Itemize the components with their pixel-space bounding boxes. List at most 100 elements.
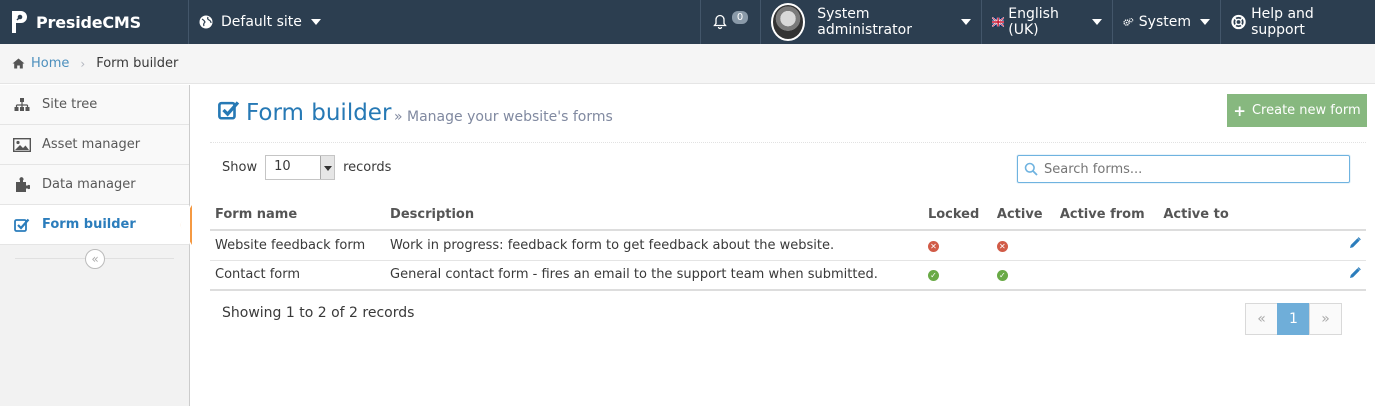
brand-logo[interactable]: PresideCMS (8, 0, 141, 44)
search-forms-field[interactable] (1017, 155, 1350, 183)
preside-logo-icon (12, 11, 27, 33)
page-length-select[interactable]: 10 (265, 155, 336, 180)
locked-cell: ✓ (922, 260, 992, 291)
active-from-cell (1054, 230, 1159, 261)
sidebar-item-label: Asset manager (42, 137, 141, 152)
sidebar: Site tree Asset manager Data manager For… (0, 85, 192, 406)
sidebar-item-data-manager[interactable]: Data manager (0, 165, 189, 205)
help-menu-label: Help and support (1251, 6, 1314, 38)
check-circle-icon: ✓ (927, 270, 939, 282)
brand-name: PresideCMS (36, 12, 141, 32)
create-new-form-label: Create new form (1251, 103, 1361, 118)
create-new-form-button[interactable]: + Create new form (1227, 94, 1367, 127)
sidebar-collapse-row: « (0, 245, 189, 273)
check-square-icon (12, 217, 32, 233)
top-navbar: PresideCMS Default site 0 System adminis… (0, 0, 1375, 44)
page-subtitle: » Manage your website's forms (394, 109, 613, 125)
breadcrumb: Home › Form builder (0, 44, 1375, 84)
image-icon (12, 137, 32, 153)
breadcrumb-home-link[interactable]: Home (31, 56, 69, 71)
help-menu[interactable]: Help and support (1220, 0, 1375, 44)
column-header-actions (1258, 200, 1366, 231)
site-selector-label: Default site (221, 14, 302, 30)
description-cell: General contact form - fires an email to… (385, 260, 923, 291)
search-icon (1024, 162, 1038, 176)
form-name-cell: Contact form (210, 260, 386, 291)
avatar (771, 3, 806, 41)
double-angle-right-icon: » (394, 109, 408, 125)
search-input[interactable] (1044, 161, 1334, 177)
page-length-control: Show 10 records (222, 155, 391, 180)
sidebar-item-form-builder[interactable]: Form builder (0, 205, 192, 245)
breadcrumb-separator-icon: › (80, 56, 86, 71)
pagination-next-button[interactable]: » (1309, 303, 1342, 335)
active-cell: ✓ (991, 260, 1055, 291)
gears-icon (1123, 17, 1134, 26)
system-menu[interactable]: System (1112, 0, 1220, 44)
table-header-row: Form name Description Locked Active Acti… (210, 200, 1366, 231)
check-circle-icon: ✓ (996, 270, 1008, 282)
system-menu-label: System (1138, 14, 1191, 30)
check-square-icon (218, 99, 240, 127)
uk-flag-icon (992, 17, 1005, 27)
page-header: Form builder » Manage your website's for… (210, 85, 1367, 143)
column-header-description[interactable]: Description (385, 200, 923, 231)
chevron-down-icon (1092, 19, 1102, 25)
column-header-locked[interactable]: Locked (922, 200, 992, 231)
actions-cell (1258, 260, 1366, 291)
puzzle-icon (12, 176, 32, 193)
show-label: Show (222, 160, 258, 175)
sidebar-item-site-tree[interactable]: Site tree (0, 85, 189, 125)
column-header-active[interactable]: Active (991, 200, 1055, 231)
sitemap-icon (12, 97, 32, 113)
sidebar-item-label: Data manager (42, 177, 136, 192)
notification-count-badge: 0 (731, 10, 749, 24)
bell-icon (713, 14, 727, 30)
pencil-icon[interactable] (1349, 266, 1361, 283)
column-header-active-to[interactable]: Active to (1158, 200, 1258, 231)
page-title: Form builder (218, 99, 391, 127)
description-cell: Work in progress: feedback form to get f… (385, 230, 923, 261)
active-to-cell (1158, 230, 1258, 261)
cross-circle-icon: ✕ (996, 240, 1008, 252)
page-subtitle-text: Manage your website's forms (407, 109, 613, 125)
forms-table: Form name Description Locked Active Acti… (210, 200, 1366, 291)
page-title-text: Form builder (246, 100, 392, 126)
user-menu[interactable]: System administrator (760, 0, 981, 44)
chevron-down-icon (961, 19, 971, 25)
page-length-value: 10 (274, 159, 291, 174)
globe-icon (199, 15, 213, 29)
sidebar-item-label: Site tree (42, 97, 98, 112)
active-to-cell (1158, 260, 1258, 291)
notifications-button[interactable]: 0 (700, 0, 760, 44)
life-ring-icon (1231, 14, 1246, 30)
breadcrumb-current: Form builder (96, 56, 179, 71)
chevron-down-icon (310, 19, 321, 25)
sidebar-item-asset-manager[interactable]: Asset manager (0, 125, 189, 165)
language-selector[interactable]: English (UK) (981, 0, 1112, 44)
chevron-down-icon (320, 156, 335, 179)
table-row[interactable]: Website feedback form Work in progress: … (210, 230, 1366, 261)
user-name: System administrator (817, 6, 912, 38)
active-from-cell (1054, 260, 1159, 291)
home-icon (12, 58, 25, 69)
locked-cell: ✕ (922, 230, 992, 261)
pagination-prev-button[interactable]: « (1245, 303, 1278, 335)
sidebar-item-label: Form builder (42, 217, 136, 232)
actions-cell (1258, 230, 1366, 261)
table-row[interactable]: Contact form General contact form - fire… (210, 260, 1366, 291)
plus-icon: + (1233, 101, 1246, 120)
site-selector[interactable]: Default site (188, 0, 337, 44)
double-angle-left-icon[interactable]: « (85, 249, 105, 269)
pagination: « 1 » (1245, 303, 1342, 335)
chevron-down-icon (1200, 19, 1210, 25)
active-cell: ✕ (991, 230, 1055, 261)
language-label: English (UK) (1008, 6, 1059, 38)
table-info: Showing 1 to 2 of 2 records (222, 305, 415, 321)
column-header-active-from[interactable]: Active from (1054, 200, 1159, 231)
form-name-cell: Website feedback form (210, 230, 386, 261)
cross-circle-icon: ✕ (927, 240, 939, 252)
pagination-page-1[interactable]: 1 (1277, 303, 1310, 335)
column-header-form-name[interactable]: Form name (210, 200, 386, 231)
pencil-icon[interactable] (1349, 237, 1361, 253)
